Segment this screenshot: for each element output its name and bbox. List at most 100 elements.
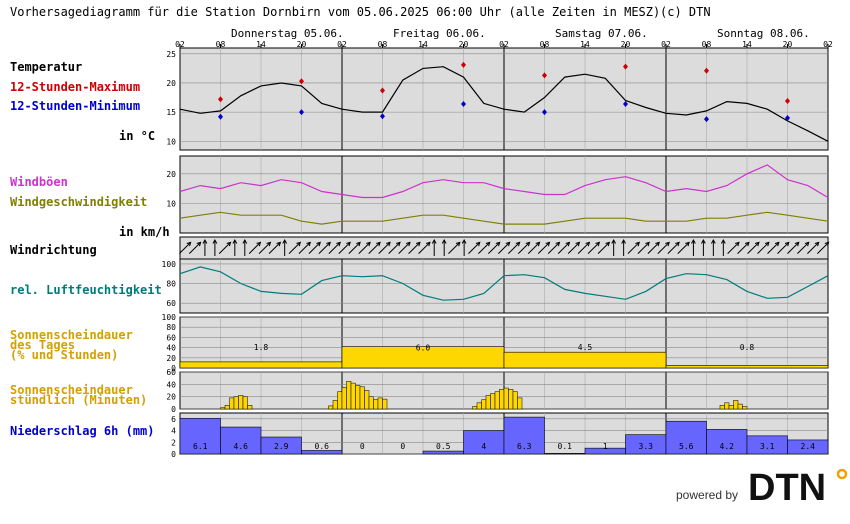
y-tick-label-sun-daily: 40 xyxy=(166,344,176,353)
precipitation-label: 4.6 xyxy=(234,442,249,451)
y-tick-label-temp: 10 xyxy=(166,137,176,146)
precipitation-label: 1 xyxy=(603,442,608,451)
sunshine-hourly-bar xyxy=(737,403,743,410)
sunshine-daily-label: 4.5 xyxy=(578,343,593,352)
sunshine-hourly-bar xyxy=(481,399,487,410)
sunshine-hourly-bar xyxy=(494,391,500,410)
sunshine-hourly-bar xyxy=(368,396,374,410)
sunshine-daily-label: 6.0 xyxy=(416,344,431,353)
forecast-chart: Vorhersagediagramm für die Station Dornb… xyxy=(10,5,833,459)
sunshine-daily-bar xyxy=(665,365,829,369)
y-tick-label-temp: 25 xyxy=(166,50,176,59)
sunshine-hourly-bar xyxy=(476,402,482,410)
chart-title: Vorhersagediagramm für die Station Dornb… xyxy=(10,5,660,19)
y-tick-label-temp: 15 xyxy=(166,108,176,117)
y-tick-label-rain: 2 xyxy=(171,438,176,447)
sunshine-hourly-bar xyxy=(242,396,248,410)
sunshine-hourly-bar xyxy=(229,397,235,410)
y-tick-label-sun-daily: 20 xyxy=(166,354,176,363)
y-tick-label-temp: 20 xyxy=(166,79,176,88)
sunshine-hourly-bar xyxy=(512,391,518,410)
precipitation-label: 0.1 xyxy=(558,442,573,451)
label-temp-unit: in °C xyxy=(119,129,155,143)
sunshine-hourly-bar xyxy=(503,387,509,410)
sunshine-hourly-bar xyxy=(364,390,370,410)
precipitation-label: 0 xyxy=(400,442,405,451)
day-label-2: Freitag 06.06. xyxy=(393,27,486,40)
y-tick-label-sun-hourly: 40 xyxy=(166,380,176,389)
y-tick-label-sun-daily: 80 xyxy=(166,323,176,332)
day-label-4: Sonntag 08.06. xyxy=(717,27,810,40)
label-feuchte: rel. Luftfeuchtigkeit xyxy=(10,283,162,297)
precipitation-bar xyxy=(544,453,586,455)
label-sonne-std-2: stündlich (Minuten) xyxy=(10,393,147,407)
sunshine-hourly-bar xyxy=(508,389,514,410)
sunshine-daily-bar xyxy=(503,351,667,369)
label-temperatur: Temperatur xyxy=(10,60,82,74)
sunshine-hourly-bar xyxy=(742,406,748,410)
precipitation-label: 2.4 xyxy=(801,442,816,451)
precipitation-label: 5.6 xyxy=(679,442,694,451)
precipitation-label: 3.1 xyxy=(760,442,775,451)
sunshine-hourly-bar xyxy=(490,393,496,410)
y-tick-label-humidity: 60 xyxy=(166,299,176,308)
sunshine-hourly-bar xyxy=(337,391,343,410)
precipitation-label: 0 xyxy=(360,442,365,451)
sunshine-hourly-bar xyxy=(485,395,491,410)
sunshine-hourly-bar xyxy=(719,405,725,410)
precipitation-label: 4 xyxy=(481,442,486,451)
sunshine-hourly-bar xyxy=(733,400,739,410)
precipitation-label: 6.1 xyxy=(193,442,208,451)
dtn-logo-text: DTN xyxy=(748,467,826,504)
sunshine-hourly-bar xyxy=(724,402,730,410)
label-windgeschw: Windgeschwindigkeit xyxy=(10,195,147,209)
sunshine-hourly-bar xyxy=(382,398,388,410)
sunshine-hourly-bar xyxy=(728,405,734,410)
day-label-3: Samstag 07.06. xyxy=(555,27,648,40)
panels-group: 02 08 14 20 02 08 14 20 02 08 14 20 02 08 14 20 02101520… xyxy=(162,40,833,459)
sunshine-hourly-bar xyxy=(224,405,230,410)
sunshine-hourly-bar xyxy=(373,399,379,410)
sunshine-daily-label: 0.8 xyxy=(740,343,755,352)
y-tick-label-wind: 20 xyxy=(166,170,176,179)
y-tick-label-sun-daily: 60 xyxy=(166,333,176,342)
sunshine-hourly-bar xyxy=(377,397,383,410)
y-tick-label-humidity: 80 xyxy=(166,280,176,289)
precipitation-label: 2.9 xyxy=(274,442,289,451)
label-max: 12-Stunden-Maximum xyxy=(10,80,140,94)
precipitation-label: 4.2 xyxy=(720,442,735,451)
dtn-logo: DTN xyxy=(748,467,848,504)
y-tick-label-sun-hourly: 0 xyxy=(171,405,176,414)
day-label-1: Donnerstag 05.06. xyxy=(231,27,344,40)
sunshine-hourly-bar xyxy=(346,381,352,410)
precipitation-label: 3.3 xyxy=(639,442,654,451)
precipitation-label: 0.6 xyxy=(315,442,330,451)
sunshine-hourly-bar xyxy=(328,405,334,410)
sunshine-hourly-bar xyxy=(341,387,347,410)
precipitation-label: 6.3 xyxy=(517,442,532,451)
sunshine-hourly-bar xyxy=(472,406,478,410)
sunshine-hourly-bar xyxy=(238,395,244,410)
precipitation-bar xyxy=(422,450,464,455)
y-tick-label-rain: 0 xyxy=(171,450,176,459)
y-tick-label-sun-daily: 100 xyxy=(162,313,177,322)
y-tick-label-humidity: 100 xyxy=(162,260,177,269)
powered-by-text: powered by xyxy=(676,488,739,502)
sunshine-hourly-bar xyxy=(233,396,239,410)
label-niederschlag: Niederschlag 6h (mm) xyxy=(10,424,155,438)
y-tick-label-rain: 4 xyxy=(171,427,176,436)
label-wind-unit: in km/h xyxy=(119,225,170,239)
y-tick-label-wind: 10 xyxy=(166,199,176,208)
precipitation-label: 0.5 xyxy=(436,442,451,451)
y-tick-label-rain: 6 xyxy=(171,415,176,424)
sunshine-hourly-bar xyxy=(359,386,365,410)
copyright: (c) DTN xyxy=(660,5,711,19)
y-tick-label-sun-hourly: 20 xyxy=(166,393,176,402)
sunshine-hourly-bar xyxy=(220,407,226,410)
sunshine-hourly-bar xyxy=(499,389,505,410)
sunshine-hourly-bar xyxy=(517,397,523,410)
sunshine-hourly-bar xyxy=(350,382,356,410)
sunshine-hourly-bar xyxy=(247,405,253,410)
y-tick-label-sun-hourly: 60 xyxy=(166,368,176,377)
label-windboeen: Windböen xyxy=(10,175,68,189)
